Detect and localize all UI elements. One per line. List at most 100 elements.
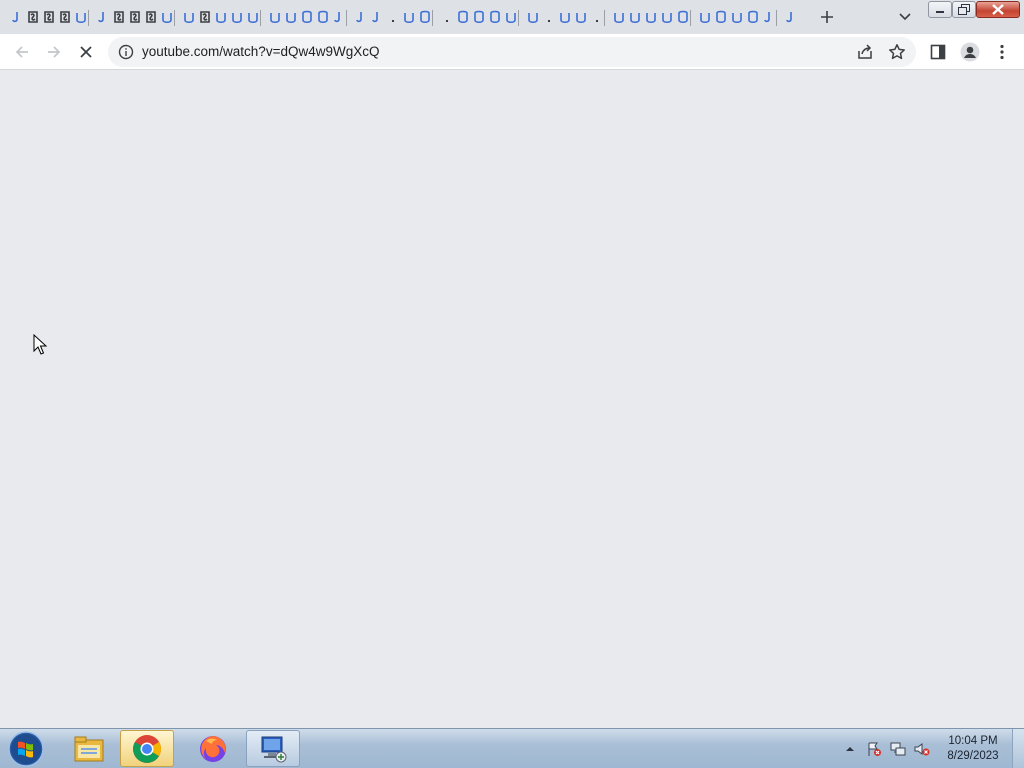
back-button[interactable]: [8, 38, 36, 66]
share-icon[interactable]: [856, 43, 874, 61]
browser-tab[interactable]: [762, 6, 778, 30]
browser-tab[interactable]: [418, 6, 434, 30]
tab-favicon-icon: [528, 13, 538, 24]
browser-tab[interactable]: [730, 6, 746, 30]
browser-tab[interactable]: [26, 6, 42, 30]
tab-favicon-icon: [98, 12, 104, 23]
browser-tab[interactable]: [128, 6, 144, 30]
side-panel-button[interactable]: [924, 38, 952, 66]
new-tab-button[interactable]: [816, 6, 838, 28]
browser-tab[interactable]: [230, 6, 246, 30]
minimize-button[interactable]: [928, 1, 952, 18]
taskbar-firefox[interactable]: [186, 730, 240, 767]
info-icon[interactable]: [118, 44, 134, 60]
taskbar: 10:04 PM 8/29/2023: [0, 728, 1024, 768]
browser-tab[interactable]: [542, 6, 558, 30]
browser-tab[interactable]: [504, 6, 520, 30]
browser-tab[interactable]: [440, 6, 456, 30]
browser-tab[interactable]: [96, 6, 112, 30]
browser-tab[interactable]: [268, 6, 284, 30]
tab-favicon-icon: [392, 20, 394, 22]
star-icon[interactable]: [888, 43, 906, 61]
browser-tab[interactable]: [612, 6, 628, 30]
taskbar-remote-desktop[interactable]: [246, 730, 300, 767]
restore-button[interactable]: [952, 1, 976, 18]
tab-list: [8, 0, 794, 34]
tab-favicon-icon: [356, 12, 362, 23]
tab-search-button[interactable]: [895, 8, 915, 26]
taskbar-file-explorer[interactable]: [62, 730, 116, 767]
clock-date: 8/29/2023: [947, 750, 999, 762]
browser-tab[interactable]: [660, 6, 676, 30]
stop-button[interactable]: [72, 38, 100, 66]
browser-tab[interactable]: [10, 6, 26, 30]
browser-tab[interactable]: [784, 6, 794, 30]
chrome-menu-button[interactable]: [988, 38, 1016, 66]
browser-tab[interactable]: [402, 6, 418, 30]
start-button[interactable]: [4, 730, 48, 768]
browser-tab[interactable]: [574, 6, 590, 30]
browser-tab[interactable]: [284, 6, 300, 30]
action-center-icon[interactable]: [866, 741, 882, 757]
show-desktop-button[interactable]: [1012, 729, 1024, 768]
page-content[interactable]: [0, 71, 1024, 728]
browser-tab[interactable]: [488, 6, 504, 30]
desktop: youtube.com/watch?v=dQw4w9WgXcQ 10:04 PM…: [0, 0, 1024, 768]
browser-tab[interactable]: [246, 6, 262, 30]
browser-tab[interactable]: [746, 6, 762, 30]
chrome-icon: [133, 734, 161, 763]
browser-tab[interactable]: [182, 6, 198, 30]
firefox-icon: [200, 735, 226, 762]
taskbar-chrome[interactable]: [120, 730, 174, 767]
browser-tab[interactable]: [676, 6, 692, 30]
browser-tab[interactable]: [316, 6, 332, 30]
browser-tab[interactable]: [456, 6, 472, 30]
menu-icon: [1000, 44, 1004, 60]
volume-muted-icon[interactable]: [914, 741, 930, 757]
browser-tab[interactable]: [628, 6, 644, 30]
browser-tab[interactable]: [58, 6, 74, 30]
browser-tab[interactable]: [370, 6, 386, 30]
tab-favicon-icon: [420, 10, 430, 24]
browser-tab[interactable]: [144, 6, 160, 30]
browser-tab[interactable]: [112, 6, 128, 30]
browser-tab[interactable]: [300, 6, 316, 30]
url-text[interactable]: youtube.com/watch?v=dQw4w9WgXcQ: [142, 44, 379, 60]
browser-tab[interactable]: [644, 6, 660, 30]
tab-favicon-icon: [44, 11, 54, 23]
tab-favicon-icon: [318, 10, 328, 24]
network-icon[interactable]: [890, 741, 906, 757]
tab-favicon-icon: [372, 12, 378, 23]
tab-favicon-icon: [646, 13, 656, 24]
forward-icon: [48, 46, 61, 58]
browser-tab[interactable]: [698, 6, 714, 30]
forward-button[interactable]: [40, 38, 68, 66]
browser-toolbar: youtube.com/watch?v=dQw4w9WgXcQ: [0, 34, 1024, 70]
tab-favicon-icon: [474, 10, 484, 24]
browser-tab[interactable]: [74, 6, 90, 30]
browser-tab[interactable]: [332, 6, 348, 30]
show-hidden-icons-icon[interactable]: [842, 741, 858, 757]
taskbar-clock[interactable]: 10:04 PM 8/29/2023: [938, 734, 1008, 764]
tab-separator: [174, 10, 175, 26]
tab-favicon-icon: [184, 13, 194, 24]
browser-tab[interactable]: [214, 6, 230, 30]
browser-tab[interactable]: [160, 6, 176, 30]
browser-tab[interactable]: [354, 6, 370, 30]
file-explorer-icon: [74, 736, 104, 761]
browser-tab[interactable]: [42, 6, 58, 30]
browser-tab[interactable]: [472, 6, 488, 30]
tab-favicon-icon: [732, 13, 742, 24]
address-bar[interactable]: youtube.com/watch?v=dQw4w9WgXcQ: [108, 37, 916, 67]
browser-tab[interactable]: [386, 6, 402, 30]
browser-tab[interactable]: [714, 6, 730, 30]
tab-favicon-icon: [576, 13, 586, 24]
browser-tab[interactable]: [526, 6, 542, 30]
browser-tab[interactable]: [590, 6, 606, 30]
tab-favicon-icon: [146, 11, 156, 23]
profile-button[interactable]: [956, 38, 984, 66]
browser-tab[interactable]: [198, 6, 214, 30]
browser-tab[interactable]: [558, 6, 574, 30]
tab-favicon-icon: [404, 13, 414, 24]
close-button[interactable]: [976, 1, 1020, 18]
